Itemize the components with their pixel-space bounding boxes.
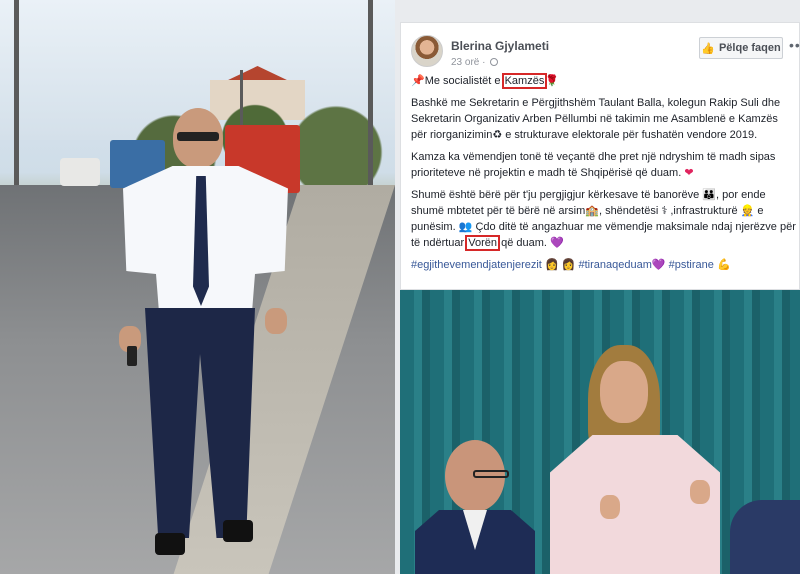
hashtag-link[interactable]: #tiranaqeduam	[578, 259, 651, 271]
text: që duam.	[498, 237, 547, 249]
globe-icon	[490, 58, 499, 67]
sunglasses	[177, 132, 219, 141]
face	[600, 361, 648, 423]
like-page-label: Pëlqe faqen	[718, 42, 781, 54]
right-shoe	[223, 520, 253, 542]
right-hand	[690, 480, 710, 504]
more-options-icon[interactable]: •••	[789, 37, 800, 53]
timestamp-text: 23 orë ·	[451, 57, 486, 68]
post-header: Blerina Gjylameti 23 orë · 👍 Pëlqe faqen…	[411, 33, 800, 73]
construction-worker-icon: 👷	[740, 205, 755, 217]
assembly-photo	[400, 290, 800, 574]
text: Me socialistët e	[424, 75, 504, 87]
highlighted-word: Vorën	[465, 235, 500, 251]
speaking-woman	[550, 345, 720, 574]
avatar[interactable]	[411, 35, 443, 67]
pink-blouse	[550, 435, 720, 574]
post-timestamp[interactable]: 23 orë ·	[451, 57, 499, 68]
left-shoe	[155, 533, 185, 555]
text: Kamza ka vëmendjen tonë të veçantë dhe p…	[411, 151, 776, 179]
post-paragraph-2: Kamza ka vëmendjen tonë të veçantë dhe p…	[411, 149, 796, 181]
person-shoulder	[730, 500, 800, 574]
seated-man	[415, 440, 535, 574]
facebook-post: Blerina Gjylameti 23 orë · 👍 Pëlqe faqen…	[400, 22, 800, 290]
people-icon: 👪	[702, 189, 717, 201]
school-icon: 🏫	[585, 205, 599, 217]
woman-icon: 👩	[544, 259, 559, 271]
post-paragraph-1: Bashkë me Sekretarin e Përgjithshëm Taul…	[411, 95, 796, 143]
phone	[127, 346, 137, 366]
text: ,infrastrukturë	[667, 205, 738, 217]
right-hand	[265, 308, 287, 334]
woman-icon: 👩	[561, 259, 576, 271]
author-name[interactable]: Blerina Gjylameti	[451, 39, 549, 53]
white-car	[60, 158, 100, 186]
flexed-biceps-icon: 💪	[716, 259, 731, 271]
pushpin-icon: 📌	[411, 75, 425, 87]
utility-pole	[14, 0, 19, 190]
thumbs-up-icon: 👍	[701, 42, 715, 55]
purple-heart-icon: 💜	[550, 237, 564, 249]
navy-pants	[145, 308, 255, 538]
post-paragraph-3: Shumë është bërë për t'ju pergjigjur kër…	[411, 187, 796, 251]
post-line-1: 📌Me socialistët e Kamzës🌹	[411, 73, 796, 89]
purple-heart-icon: 💜	[651, 259, 666, 271]
hashtag-link[interactable]: #pstirane	[669, 259, 714, 271]
utility-pole	[368, 0, 373, 195]
glasses	[473, 470, 509, 478]
people-icon: 👥	[458, 221, 473, 233]
text: e strukturave elektorale për fushatën ve…	[502, 129, 758, 141]
hashtag-link[interactable]: #egjithevemendjatenjerezit	[411, 259, 542, 271]
text: Shumë është bërë për t'ju pergjigjur kër…	[411, 189, 700, 201]
facebook-post-frame: Blerina Gjylameti 23 orë · 👍 Pëlqe faqen…	[395, 0, 800, 574]
text: , shëndetësi	[598, 205, 659, 217]
recycle-icon: ♻	[492, 129, 503, 141]
walking-man	[105, 108, 305, 574]
highlighted-word: Kamzës	[501, 73, 548, 89]
like-page-button[interactable]: 👍 Pëlqe faqen	[699, 37, 783, 59]
street-photo	[0, 0, 395, 574]
red-heart-icon: ❤	[684, 167, 694, 179]
hashtags: #egjithevemendjatenjerezit 👩 👩 #tiranaqe…	[411, 257, 796, 273]
post-body: 📌Me socialistët e Kamzës🌹 Bashkë me Sekr…	[411, 73, 796, 279]
left-hand	[600, 495, 620, 519]
rose-icon: 🌹	[545, 75, 560, 87]
